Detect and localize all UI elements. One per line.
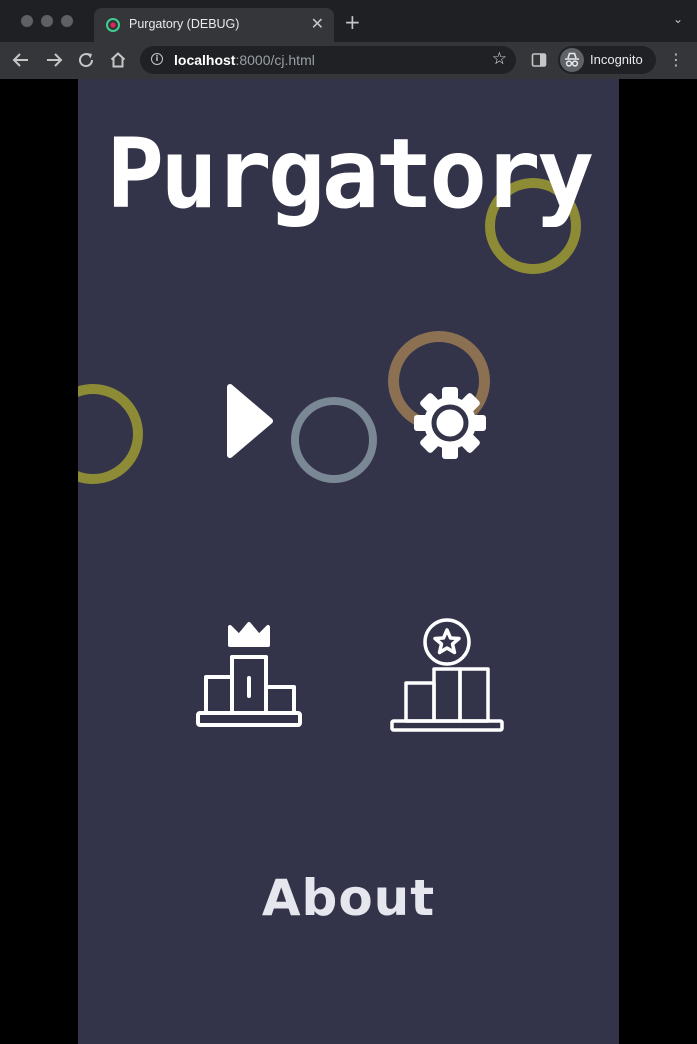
browser-tab[interactable]: Purgatory (DEBUG) ✕ bbox=[94, 8, 334, 42]
side-panel-icon[interactable] bbox=[527, 47, 551, 73]
back-arrow-icon[interactable] bbox=[9, 47, 33, 73]
bookmark-star-icon[interactable]: ☆ bbox=[492, 49, 507, 69]
tab-close-icon[interactable]: ✕ bbox=[311, 14, 324, 33]
tab-title: Purgatory (DEBUG) bbox=[129, 17, 240, 31]
game-title: Purgatory bbox=[106, 118, 594, 230]
url-path: :8000/cj.html bbox=[235, 52, 315, 68]
decorative-ring bbox=[291, 397, 377, 483]
browser-menu-icon[interactable]: ⋮ bbox=[668, 50, 684, 69]
favicon-icon bbox=[106, 18, 120, 32]
achievements-button[interactable] bbox=[390, 617, 506, 737]
window-close-button[interactable] bbox=[21, 15, 33, 27]
incognito-profile-button[interactable]: Incognito bbox=[558, 46, 656, 74]
tab-strip: Purgatory (DEBUG) ✕ + ⌄ bbox=[0, 0, 697, 42]
new-tab-icon[interactable]: + bbox=[344, 10, 361, 34]
tab-search-chevron-icon[interactable]: ⌄ bbox=[673, 12, 683, 26]
site-info-icon[interactable]: i bbox=[151, 53, 163, 65]
leaderboard-podium-crown-icon bbox=[196, 622, 302, 727]
home-icon[interactable] bbox=[106, 47, 130, 73]
settings-button[interactable] bbox=[412, 385, 488, 465]
settings-gear-icon bbox=[414, 387, 486, 459]
about-button[interactable]: About bbox=[78, 869, 619, 927]
leaderboard-button[interactable] bbox=[196, 621, 304, 735]
url-text: localhost:8000/cj.html bbox=[174, 52, 315, 68]
address-bar[interactable]: i localhost:8000/cj.html ☆ bbox=[140, 46, 516, 74]
incognito-icon bbox=[560, 48, 584, 72]
reload-icon[interactable] bbox=[74, 47, 98, 73]
play-icon bbox=[227, 384, 273, 458]
decorative-ring bbox=[78, 384, 143, 484]
game-canvas: Purgatory About bbox=[78, 79, 619, 1044]
window-minimize-button[interactable] bbox=[41, 15, 53, 27]
browser-toolbar: i localhost:8000/cj.html ☆ Incognito ⋮ bbox=[0, 42, 697, 79]
achievements-podium-star-icon bbox=[390, 618, 504, 732]
profile-label: Incognito bbox=[590, 52, 643, 67]
url-host: localhost bbox=[174, 52, 236, 68]
play-button[interactable] bbox=[226, 383, 274, 463]
forward-arrow-icon[interactable] bbox=[42, 47, 66, 73]
window-zoom-button[interactable] bbox=[61, 15, 73, 27]
browser-chrome: Purgatory (DEBUG) ✕ + ⌄ i localhost:8000… bbox=[0, 0, 697, 79]
